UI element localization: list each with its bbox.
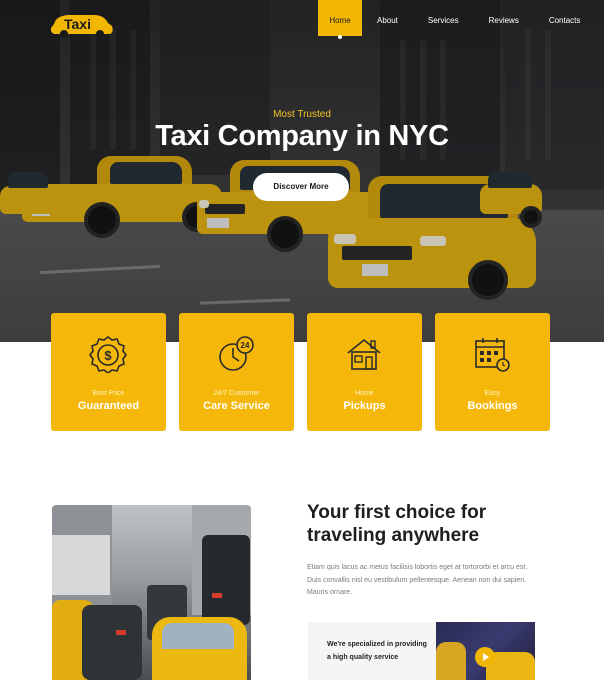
hero-title: Taxi Company in NYC — [155, 120, 449, 152]
hero-overlay — [0, 0, 604, 342]
photo-bus — [52, 535, 110, 595]
nav-services[interactable]: Services — [413, 0, 474, 36]
nav-contacts[interactable]: Contacts — [534, 0, 596, 36]
svg-text:24: 24 — [241, 341, 250, 350]
specialized-box: We're specialized in providing a high qu… — [308, 622, 436, 680]
feature-card-price[interactable]: $ Best Price Guaranteed — [51, 313, 166, 431]
about-traffic-photo — [52, 505, 251, 680]
nav-about[interactable]: About — [362, 0, 413, 36]
feature-sub-label: Easy — [484, 390, 501, 397]
feature-main-label: Pickups — [343, 400, 386, 412]
hero-section — [0, 0, 604, 342]
main-nav: Home About Services Reviews Contacts — [318, 0, 595, 40]
clock-24-icon: 24 — [219, 336, 254, 371]
nav-reviews[interactable]: Reviews — [474, 0, 534, 36]
feature-main-label: Guaranteed — [77, 400, 140, 412]
discover-more-button[interactable]: Discover More — [253, 173, 349, 201]
play-icon[interactable] — [475, 647, 495, 667]
feature-sub-label: Best Price — [92, 390, 125, 397]
photo-van — [202, 535, 250, 625]
hero-eyebrow: Most Trusted — [273, 109, 331, 120]
feature-cards: $ Best Price Guaranteed 24 24/7 Customer… — [51, 313, 551, 431]
svg-text:$: $ — [104, 348, 112, 363]
brand-logo[interactable]: Taxi — [50, 10, 114, 40]
feature-main-label: Care Service — [203, 400, 270, 412]
feature-card-support[interactable]: 24 24/7 Customer Care Service — [179, 313, 294, 431]
feature-card-bookings[interactable]: Easy Bookings — [435, 313, 550, 431]
nav-home[interactable]: Home — [318, 0, 362, 39]
calendar-icon — [475, 338, 510, 372]
house-icon — [347, 338, 381, 370]
photo-tail-light — [116, 630, 126, 635]
feature-card-pickups[interactable]: Home Pickups — [307, 313, 422, 431]
thumbnail-person — [436, 642, 466, 680]
about-description: Etiam quis lacus ac metus facilisis lobo… — [307, 564, 528, 596]
photo-car — [82, 605, 142, 680]
photo-tail-light — [212, 593, 222, 598]
specialized-text: We're specialized in providing a high qu… — [327, 641, 427, 661]
feature-main-label: Bookings — [467, 400, 518, 412]
feature-sub-label: 24/7 Customer — [213, 390, 260, 397]
dollar-badge-icon: $ — [89, 336, 127, 373]
brand-name: Taxi — [64, 16, 91, 32]
feature-sub-label: Home — [355, 390, 374, 397]
video-thumbnail[interactable] — [436, 622, 535, 680]
photo-windshield — [162, 623, 234, 649]
about-title: Your first choice for traveling anywhere — [307, 502, 487, 546]
